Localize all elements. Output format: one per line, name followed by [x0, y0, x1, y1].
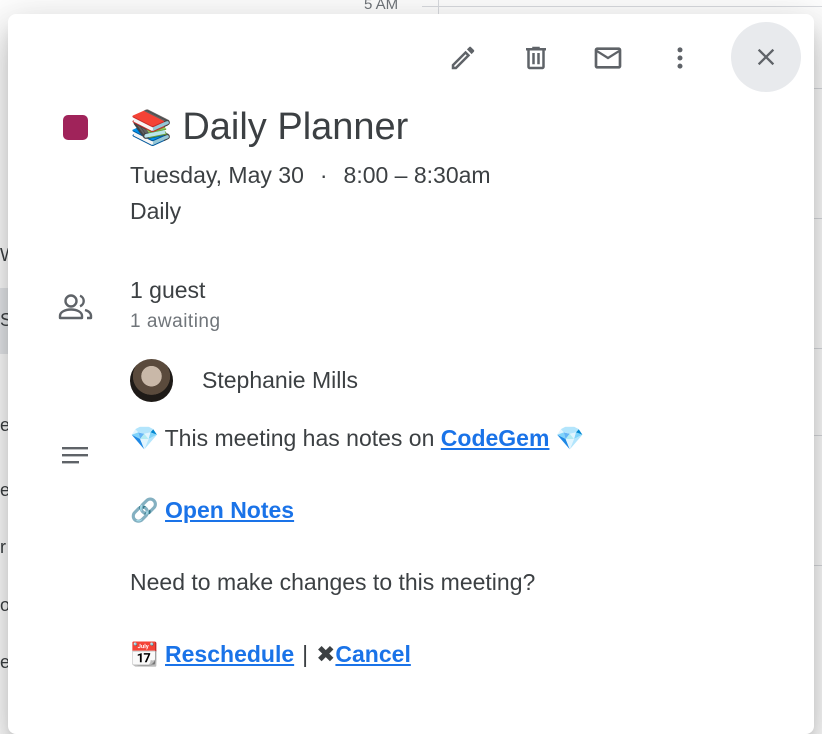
description-line-notes: 💎 This meeting has notes on CodeGem 💎	[130, 423, 584, 453]
pencil-icon	[451, 46, 475, 70]
event-title: 📚 Daily Planner	[130, 104, 408, 151]
background-text-fragment: e	[0, 415, 8, 435]
grid-line	[438, 0, 439, 14]
link-emoji: 🔗	[130, 497, 159, 523]
background-text-fragment: r	[0, 537, 6, 557]
close-icon	[757, 48, 775, 66]
close-button[interactable]	[731, 22, 801, 92]
event-details-card	[8, 14, 814, 734]
background-text-fragment: o	[0, 595, 8, 615]
open-notes-link[interactable]: Open Notes	[165, 497, 294, 523]
event-title-text: Daily Planner	[182, 106, 409, 148]
codegem-link[interactable]: CodeGem	[441, 425, 550, 451]
guest-name: Stephanie Mills	[202, 366, 358, 393]
grid-line	[814, 565, 822, 566]
description-line-open-notes: 🔗 Open Notes	[130, 495, 294, 525]
calendar-emoji: 📆	[130, 641, 159, 667]
grid-line	[814, 88, 822, 89]
background-text-fragment: e	[0, 652, 8, 672]
notes-text: This meeting has notes on	[164, 425, 441, 451]
reschedule-link[interactable]: Reschedule	[165, 641, 294, 667]
more-vert-icon	[677, 47, 683, 69]
books-emoji: 📚	[130, 109, 173, 147]
grid-line	[814, 218, 822, 219]
event-date: Tuesday, May 30	[130, 162, 304, 188]
time-label: 5 AM	[364, 0, 399, 13]
cross-emoji: ✖	[316, 641, 336, 667]
email-guests-button[interactable]	[584, 34, 632, 82]
background-text-fragment: W	[0, 245, 8, 266]
gem-emoji: 💎	[555, 425, 585, 451]
people-icon	[58, 292, 94, 327]
event-color-indicator	[63, 115, 88, 140]
cancel-link[interactable]: Cancel	[335, 641, 410, 667]
envelope-icon	[594, 47, 622, 69]
guests-rsvp-status: 1 awaiting	[130, 311, 221, 332]
more-options-button[interactable]	[656, 34, 704, 82]
actions-divider: |	[302, 641, 309, 667]
grid-line	[814, 348, 822, 349]
description-line-actions: 📆 Reschedule | ✖Cancel	[130, 639, 411, 669]
background-text-fragment: e	[0, 480, 8, 500]
background-text-fragment: S	[0, 310, 8, 330]
guest-item[interactable]: Stephanie Mills	[130, 358, 358, 402]
description-icon	[60, 444, 90, 473]
description-line-question: Need to make changes to this meeting?	[130, 569, 536, 595]
grid-line	[422, 6, 822, 7]
event-time: 8:00 – 8:30am	[343, 162, 491, 188]
delete-button[interactable]	[512, 34, 560, 82]
avatar	[130, 358, 173, 402]
trash-icon	[526, 46, 546, 70]
grid-line	[814, 435, 822, 436]
edit-button[interactable]	[439, 34, 487, 82]
datetime-separator: ·	[319, 162, 328, 188]
event-datetime: Tuesday, May 30 · 8:00 – 8:30am	[130, 160, 491, 190]
event-recurrence: Daily	[130, 198, 182, 224]
gem-emoji: 💎	[130, 425, 159, 451]
guests-count: 1 guest	[130, 277, 206, 303]
